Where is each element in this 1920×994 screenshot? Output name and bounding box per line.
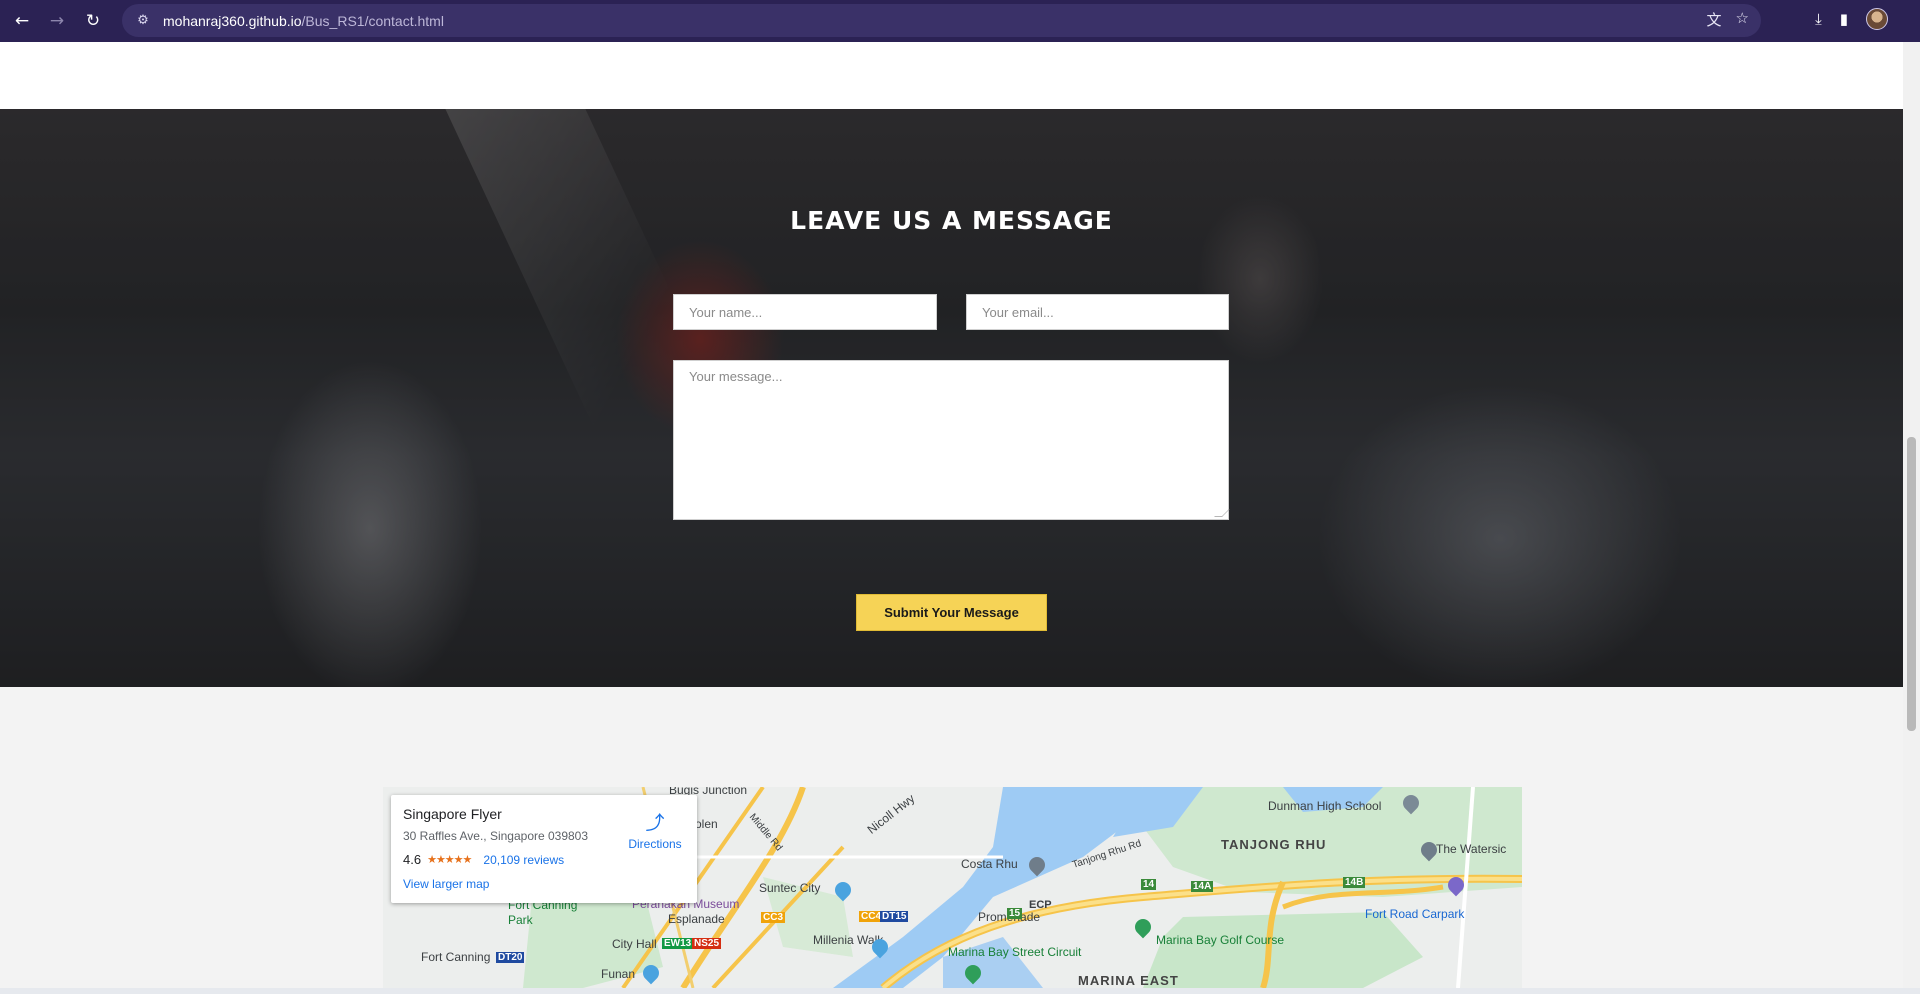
page-viewport: LEAVE US A MESSAGE Your name... Your ema… [0,42,1903,988]
translate-icon[interactable]: 文 [1707,9,1722,30]
resize-handle-icon[interactable] [1214,509,1230,517]
address-bar[interactable]: ⚙ mohanraj360.github.io/Bus_RS1/contact.… [122,4,1761,37]
map-label-marina-east: MARINA EAST [1078,973,1179,988]
profile-avatar[interactable] [1866,8,1888,30]
bookmark-star-icon[interactable]: ☆ [1736,9,1749,30]
directions-label: Directions [628,837,682,851]
scrollbar-thumb[interactable] [1907,437,1916,731]
rating-value: 4.6 [403,852,422,867]
url-path: /Bus_RS1/contact.html [301,12,444,29]
highway-14: 14 [1141,879,1157,890]
place-name: Singapore Flyer [403,806,502,822]
message-placeholder: Your message... [689,369,783,384]
map-label-bencoolen: olen [695,817,718,831]
map-label-suntec: Suntec City [759,881,821,895]
view-larger-map-link[interactable]: View larger map [403,877,489,891]
map-label-tanjong-rhu: TANJONG RHU [1221,837,1327,852]
url-text: mohanraj360.github.io/Bus_RS1/contact.ht… [163,13,444,29]
highway-14b: 14B [1343,877,1366,888]
directions-icon: ⤴ [645,812,665,834]
map-label-fort-canning: Fort Canning [421,950,491,964]
embedded-map[interactable]: Singapore Flyer 30 Raffles Ave., Singapo… [383,787,1522,988]
url-host: mohanraj360.github.io [163,12,302,29]
map-label-fort-road: Fort Road Carpark [1365,907,1465,921]
place-rating: 4.6 ★★★★★ 20,109 reviews [403,852,564,867]
name-input[interactable]: Your name... [673,294,937,330]
station-dt20: DT20 [496,952,525,963]
forward-icon[interactable]: → [44,8,70,34]
map-label-watersic: The Watersic [1436,842,1507,856]
highway-14a: 14A [1191,881,1214,892]
contact-section: LEAVE US A MESSAGE Your name... Your ema… [0,109,1903,687]
page-scrollbar[interactable] [1903,42,1920,988]
place-address: 30 Raffles Ave., Singapore 039803 [403,829,589,843]
reload-icon[interactable]: ↻ [80,8,106,34]
place-info-card: Singapore Flyer 30 Raffles Ave., Singapo… [391,795,697,903]
map-label-ecp: ECP [1029,899,1052,911]
message-textarea[interactable]: Your message... [673,360,1230,520]
contact-title: LEAVE US A MESSAGE [790,206,1113,235]
rating-stars-icon: ★★★★★ [427,853,472,866]
station-dt15: DT15 [880,911,909,922]
station-cc3: CC3 [761,912,786,923]
map-label-funan: Funan [601,967,636,981]
map-label-golf: Marina Bay Golf Course [1156,933,1285,947]
station-ns25: NS25 [692,938,722,949]
station-ew13: EW13 [662,938,694,949]
highway-15: 15 [1007,908,1023,919]
email-input[interactable]: Your email... [966,294,1229,330]
map-label-circuit: Marina Bay Street Circuit [948,945,1082,959]
browser-toolbar: ← → ↻ ⚙ mohanraj360.github.io/Bus_RS1/co… [0,0,1920,42]
directions-button[interactable]: ⤴ Directions [623,808,687,851]
submit-message-button[interactable]: Submit Your Message [856,594,1047,631]
map-label-dunman: Dunman High School [1268,799,1382,813]
download-icon[interactable]: ⤓ [1815,10,1822,28]
back-icon[interactable]: ← [9,8,35,34]
site-info-icon[interactable]: ⚙ [132,10,154,32]
map-label-costa-rhu: Costa Rhu [961,857,1018,871]
side-panel-icon[interactable]: ▮ [1840,10,1848,28]
map-label-esplanade: Esplanade [668,912,725,926]
window-bottom-edge [0,988,1920,994]
map-label-city-hall: City Hall [612,937,657,951]
reviews-link[interactable]: 20,109 reviews [483,853,564,867]
